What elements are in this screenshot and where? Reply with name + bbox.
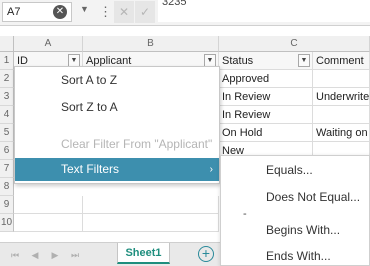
add-sheet-icon[interactable]: + [198,246,214,262]
submenu-item-begins-with[interactable]: Begins With... [221,219,369,241]
close-icon[interactable]: ✕ [53,5,67,19]
cell-comment[interactable] [313,70,370,88]
more-options-icon[interactable]: ⋮ [99,3,112,21]
formula-input[interactable]: 3235 [158,0,370,22]
row-header[interactable]: 1 [0,52,14,70]
submenu-item-does-not-equal[interactable]: Does Not Equal... [221,186,369,208]
cell-header-status[interactable]: Status ▼ [219,52,313,70]
header-comment-label: Comment [316,55,364,67]
row-header[interactable]: 7 [0,160,14,178]
menu-item-text-filters[interactable]: Text Filters › [15,158,219,181]
cell-status[interactable]: Approved [219,70,313,88]
cell-status[interactable]: On Hold [219,124,313,142]
row-header[interactable]: 5 [0,124,14,142]
cell-status[interactable]: In Review [219,88,313,106]
cell-comment[interactable]: Underwrite [313,88,370,106]
cancel-edit-button[interactable]: ✕ [114,1,134,23]
formula-value: 3235 [162,0,187,8]
filter-dropdown-icon[interactable]: ▼ [298,54,310,67]
text-filters-submenu: Equals... Does Not Equal... - Begins Wit… [220,155,370,266]
chevron-right-icon: › [209,164,213,175]
cell-empty[interactable] [83,196,219,214]
cell-status[interactable]: In Review [219,106,313,124]
first-sheet-icon[interactable]: ⏮ [8,248,22,262]
confirm-edit-button[interactable]: ✓ [135,1,155,23]
header-status-label: Status [222,55,254,67]
cell-comment[interactable] [313,106,370,124]
submenu-item-ends-with[interactable]: Ends With... [221,245,369,266]
row-header[interactable]: 10 [0,214,14,232]
row-header[interactable]: 6 [0,142,14,160]
sheet-tab-bar: ⏮ ◀ ▶ ⏭ Sheet1 + [0,242,220,266]
row-header[interactable]: 4 [0,106,14,124]
last-sheet-icon[interactable]: ⏭ [68,248,82,262]
prev-sheet-icon[interactable]: ◀ [28,248,42,262]
filter-menu: Sort A to Z Sort Z to A Clear Filter Fro… [14,66,220,184]
select-all-corner[interactable] [0,36,14,52]
row-header[interactable]: 2 [0,70,14,88]
cell-header-comment[interactable]: Comment [313,52,370,70]
name-box-value: A7 [7,6,21,18]
row-header[interactable]: 8 [0,178,14,196]
menu-item-clear-filter[interactable]: Clear Filter From "Applicant" [15,133,219,156]
text-filters-label: Text Filters [61,162,120,176]
sheet-tab-sheet1[interactable]: Sheet1 [117,243,170,264]
chevron-down-icon[interactable]: ▼ [80,4,89,14]
column-header-c[interactable]: C [219,36,370,52]
row-header[interactable]: 3 [0,88,14,106]
column-header-a[interactable]: A [14,36,83,52]
cell-empty[interactable] [14,196,83,214]
name-box[interactable]: A7 ✕ [2,2,72,22]
formula-bar: A7 ✕ ▼ ⋮ ✕ ✓ 3235 [0,0,370,26]
menu-item-sort-a-to-z[interactable]: Sort A to Z [15,69,219,92]
row-header[interactable]: 9 [0,196,14,214]
next-sheet-icon[interactable]: ▶ [48,248,62,262]
menu-item-sort-z-to-a[interactable]: Sort Z to A [15,96,219,119]
cell-empty[interactable] [14,214,83,232]
column-header-b[interactable]: B [83,36,219,52]
cell-comment[interactable]: Waiting on [313,124,370,142]
submenu-item-equals[interactable]: Equals... [221,159,369,181]
cell-empty[interactable] [83,214,219,232]
